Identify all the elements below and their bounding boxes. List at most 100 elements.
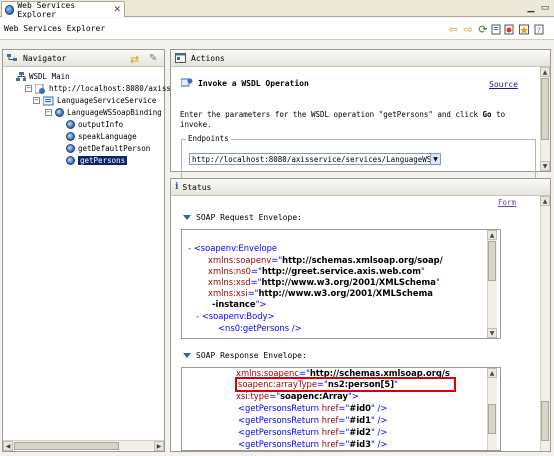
scroll-thumb[interactable] bbox=[541, 78, 549, 140]
endpoints-fieldset: Endpoints http://localhost:8080/axisserv… bbox=[181, 134, 536, 179]
xml-line: -instance"> bbox=[212, 299, 266, 309]
xml-value: soapenc:Array bbox=[280, 391, 348, 401]
xml-attr: href bbox=[321, 415, 339, 425]
xml-value: -instance bbox=[212, 299, 256, 309]
invoke-heading-text: Invoke a WSDL Operation bbox=[198, 78, 309, 88]
scroll-up-icon[interactable]: ▲ bbox=[487, 230, 497, 240]
source-link[interactable]: Source bbox=[489, 80, 518, 89]
web-services-explorer-window: Web Services Explorer ✕ ▁ ▭ Web Services… bbox=[0, 0, 554, 456]
scroll-thumb[interactable] bbox=[488, 241, 496, 281]
minimize-icon[interactable]: ▁ bbox=[525, 2, 537, 14]
view-tab-strip: Web Services Explorer ✕ ▁ ▭ bbox=[0, 0, 554, 19]
scroll-down-icon[interactable]: ▼ bbox=[540, 161, 550, 171]
form-link[interactable]: Form bbox=[498, 198, 516, 207]
operation-icon bbox=[66, 144, 75, 153]
uddi-page-icon[interactable] bbox=[503, 23, 515, 35]
forward-arrow-icon[interactable]: ⇨ bbox=[462, 23, 474, 36]
response-envelope-label: SOAP Response Envelope: bbox=[196, 351, 307, 360]
xml-close: " /> bbox=[371, 439, 388, 449]
tree-label-wsdl-main: WSDL Main bbox=[29, 72, 70, 81]
scroll-left-icon[interactable]: ◀ bbox=[3, 441, 13, 451]
tree-label-operation: getPersons bbox=[78, 156, 128, 165]
xml-tag: <getPersonsReturn bbox=[238, 403, 320, 413]
scroll-up-icon[interactable]: ▲ bbox=[487, 368, 497, 378]
tree-node-operation-selected[interactable]: getPersons bbox=[66, 155, 128, 166]
close-icon[interactable]: ✕ bbox=[113, 5, 121, 15]
tree-label-operation: getDefaultPerson bbox=[78, 144, 151, 153]
xml-attr: href bbox=[321, 439, 339, 449]
collapse-toggle[interactable]: − bbox=[25, 85, 32, 92]
tree-node-binding[interactable]: − LanguageWSSoapBinding bbox=[45, 107, 162, 118]
actions-vertical-scrollbar[interactable]: ▲ ▼ bbox=[540, 67, 550, 171]
sync-icon[interactable]: ⇄ bbox=[130, 53, 139, 66]
xml-close: " /> bbox=[371, 427, 388, 437]
expand-triangle-icon[interactable] bbox=[183, 215, 191, 220]
refresh-icon[interactable]: ⟳ bbox=[477, 23, 489, 36]
chevron-down-icon[interactable]: ▼ bbox=[430, 154, 440, 164]
operation-icon bbox=[66, 156, 75, 165]
tree-node-wsdl-url[interactable]: − http://localhost:8080/axiss bbox=[25, 83, 171, 94]
tree-label-wsdl-url: http://localhost:8080/axiss bbox=[49, 84, 171, 93]
xml-value: http://www.w3.org/2001/XMLSchema bbox=[261, 277, 436, 287]
tree-label-binding: LanguageWSSoapBinding bbox=[67, 108, 162, 117]
back-arrow-icon[interactable]: ⇦ bbox=[447, 23, 459, 36]
status-title: Status bbox=[182, 182, 212, 192]
request-envelope-heading[interactable]: SOAP Request Envelope: bbox=[183, 213, 302, 222]
scroll-thumb[interactable] bbox=[541, 401, 549, 441]
tree-node-operation[interactable]: outputInfo bbox=[66, 119, 123, 130]
info-icon: i bbox=[175, 182, 179, 192]
xml-attr: href bbox=[321, 403, 339, 413]
wsdl-document-icon bbox=[35, 83, 45, 94]
tab-web-services-explorer[interactable]: Web Services Explorer ✕ bbox=[1, 1, 125, 19]
xml-line: - <soapenv:Envelope bbox=[188, 243, 277, 253]
highlight-box bbox=[235, 377, 456, 392]
scroll-down-icon[interactable]: ▼ bbox=[487, 328, 497, 338]
xml-value: #id3 bbox=[349, 439, 372, 449]
navigator-horizontal-scrollbar[interactable]: ◀ ▶ bbox=[3, 440, 164, 451]
xml-attr: href bbox=[321, 427, 339, 437]
xml-tag: <getPersonsReturn bbox=[238, 415, 320, 425]
tree-node-service[interactable]: − LanguageServiceService bbox=[33, 95, 156, 106]
xml-line: <getPersonsReturn href="#id1" /> bbox=[238, 415, 388, 425]
collapse-toggle[interactable]: − bbox=[33, 97, 40, 104]
scroll-right-icon[interactable]: ▶ bbox=[154, 441, 164, 451]
xml-tag: <ns0:getPersons /> bbox=[218, 323, 302, 333]
response-envelope-xml: xmlns:soapenc="http://schemas.xmlsoap.or… bbox=[181, 367, 501, 451]
explorer-title: Web Services Explorer bbox=[4, 24, 106, 33]
xml-attr: xmlns:xsd bbox=[208, 277, 251, 287]
xml-close: " bbox=[421, 266, 425, 276]
operation-icon bbox=[66, 132, 75, 141]
operation-icon bbox=[66, 120, 75, 129]
navigator-title: Navigator bbox=[23, 53, 67, 63]
xml-attr: xsi:type bbox=[236, 391, 270, 401]
collapse-toggle[interactable]: − bbox=[45, 109, 52, 116]
clear-icon[interactable]: ✎ bbox=[149, 53, 157, 64]
status-vertical-scrollbar[interactable]: ▲ bbox=[540, 196, 550, 451]
expand-triangle-icon[interactable] bbox=[183, 353, 191, 358]
endpoint-select[interactable]: http://localhost:8080/axisservice/servic… bbox=[189, 153, 441, 165]
tree-label-operation: outputInfo bbox=[78, 120, 124, 129]
wsdl-page-icon[interactable] bbox=[490, 23, 502, 35]
xml-value: http://schemas.xmlsoap.org/soap/ bbox=[282, 255, 443, 265]
scroll-up-icon[interactable]: ▲ bbox=[540, 196, 550, 206]
response-envelope-heading[interactable]: SOAP Response Envelope: bbox=[183, 351, 307, 360]
maximize-icon[interactable]: ▭ bbox=[539, 2, 551, 14]
tree-node-operation[interactable]: getDefaultPerson bbox=[66, 143, 150, 154]
invoke-heading: Invoke a WSDL Operation bbox=[181, 77, 309, 89]
scroll-thumb[interactable] bbox=[488, 404, 496, 434]
xml-line: xmlns:ns0="http://greet.service.axis.web… bbox=[208, 266, 425, 276]
scroll-up-icon[interactable]: ▲ bbox=[540, 67, 550, 77]
xml-line: xmlns:xsd="http://www.w3.org/2001/XMLSch… bbox=[208, 277, 440, 287]
tree-node-wsdl-main[interactable]: WSDL Main bbox=[16, 71, 70, 82]
xml-line: xmlns:xsi="http://www.w3.org/2001/XMLSch… bbox=[208, 288, 433, 298]
favorites-icon[interactable] bbox=[518, 23, 530, 35]
request-vertical-scrollbar[interactable]: ▲ ▼ bbox=[487, 230, 497, 338]
tree-node-operation[interactable]: speakLanguage bbox=[66, 131, 137, 142]
response-vertical-scrollbar[interactable]: ▲ bbox=[487, 368, 497, 450]
svg-text:?: ? bbox=[537, 26, 541, 34]
xml-value: #id0 bbox=[349, 403, 372, 413]
request-envelope-xml: - <soapenv:Envelope xmlns:soapenv="http:… bbox=[181, 229, 501, 339]
xml-tag: <soapenv:Envelope bbox=[193, 243, 278, 253]
help-icon[interactable]: ? bbox=[533, 23, 545, 35]
scroll-thumb[interactable] bbox=[14, 442, 119, 450]
